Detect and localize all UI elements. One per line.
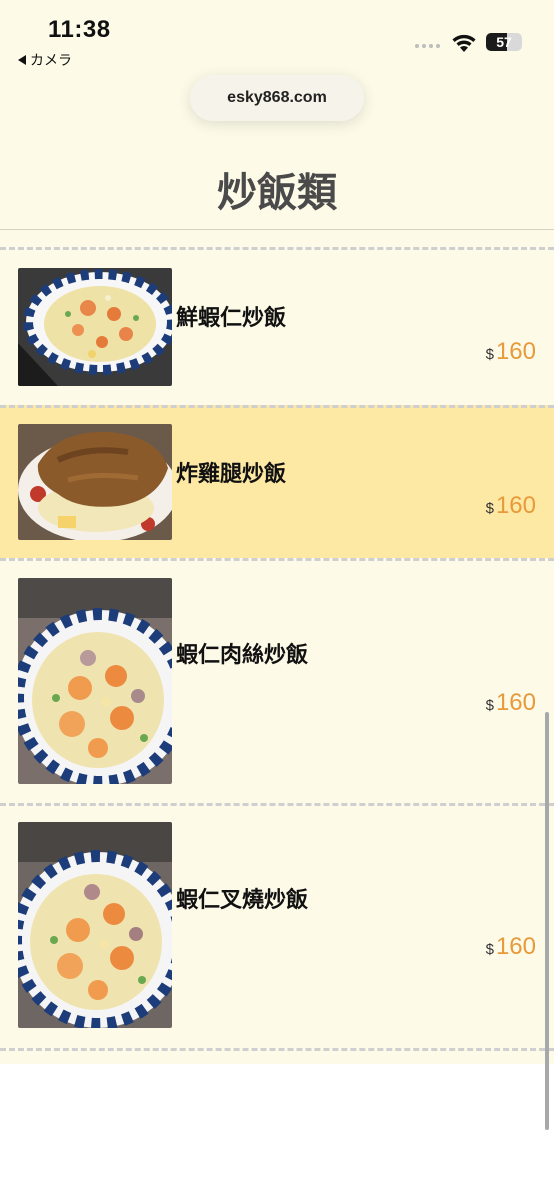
item-price: $160 [486, 689, 536, 717]
status-time: 11:38 [48, 16, 111, 43]
menu-item[interactable]: 鮮蝦仁炒飯 $160 [0, 247, 554, 405]
food-photo [18, 424, 172, 540]
currency-symbol: $ [485, 697, 494, 714]
item-name: 炸雞腿炒飯 [176, 461, 287, 487]
currency-symbol: $ [485, 346, 494, 363]
price-value: 160 [495, 689, 536, 716]
currency-symbol: $ [485, 941, 494, 958]
menu-item[interactable]: 蝦仁肉絲炒飯 $160 [0, 558, 554, 803]
item-price: $160 [486, 933, 536, 961]
battery-percentage: 57 [496, 34, 512, 50]
menu-item[interactable]: 蝦仁叉燒炒飯 $160 [0, 803, 554, 1051]
address-bar[interactable]: esky868.com [190, 75, 364, 121]
back-to-camera-button[interactable]: カメラ [18, 50, 72, 70]
url-text: esky868.com [227, 89, 327, 106]
price-value: 160 [495, 338, 536, 365]
page-title: 炒飯類 [217, 170, 337, 216]
price-value: 160 [495, 492, 536, 519]
food-photo [18, 578, 172, 784]
currency-symbol: $ [485, 500, 494, 517]
item-price: $160 [486, 338, 536, 366]
item-name: 鮮蝦仁炒飯 [176, 305, 287, 331]
back-label: カメラ [30, 52, 72, 68]
screen: 11:38 カメラ 57 esky868.com 炒飯類 鮮蝦仁炒飯 $160 … [0, 0, 554, 1200]
food-photo [18, 822, 172, 1028]
menu-list: 鮮蝦仁炒飯 $160 炸雞腿炒飯 $160 蝦仁肉絲炒飯 $160 蝦仁叉燒炒飯… [0, 247, 554, 1051]
wifi-icon [452, 34, 476, 52]
item-name: 蝦仁肉絲炒飯 [176, 642, 309, 668]
item-name: 蝦仁叉燒炒飯 [176, 887, 309, 913]
food-photo [18, 268, 172, 386]
menu-item-highlighted[interactable]: 炸雞腿炒飯 $160 [0, 405, 554, 558]
scrollbar[interactable] [545, 712, 549, 1130]
battery-icon: 57 [486, 33, 522, 51]
item-price: $160 [486, 492, 536, 520]
title-divider [0, 229, 554, 230]
back-arrow-icon [18, 55, 26, 65]
signal-icon [415, 44, 440, 48]
price-value: 160 [495, 933, 536, 960]
